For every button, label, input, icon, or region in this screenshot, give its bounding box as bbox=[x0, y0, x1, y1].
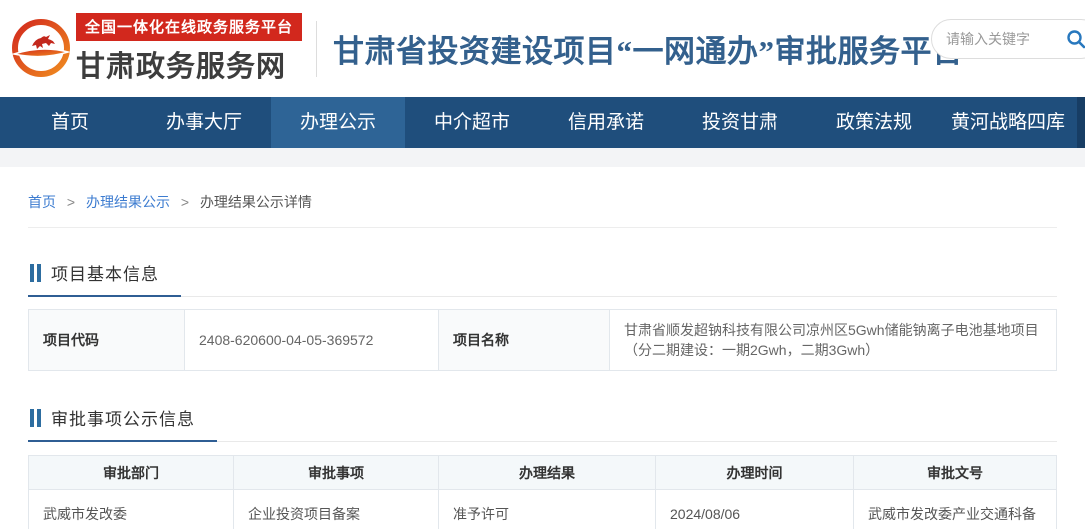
nav-item-invest-gansu[interactable]: 投资甘肃 bbox=[673, 97, 807, 148]
cell-approval-doc-number: 武威市发改委产业交通科备[2024]3113号 bbox=[854, 490, 1057, 529]
search-input[interactable] bbox=[946, 31, 1066, 47]
site-header: 全国一体化在线政务服务平台 甘肃政务服务网 甘肃省投资建设项目“一网通办”审批服… bbox=[0, 0, 1085, 97]
col-approval-item: 审批事项 bbox=[234, 456, 439, 490]
search-icon[interactable] bbox=[1066, 29, 1085, 49]
nav-item-credit[interactable]: 信用承诺 bbox=[539, 97, 673, 148]
nav-item-publicity[interactable]: 办理公示 bbox=[271, 97, 405, 148]
cell-handle-time: 2024/08/06 bbox=[656, 490, 854, 529]
col-approval-department: 审批部门 bbox=[29, 456, 234, 490]
nav-item-service-hall[interactable]: 办事大厅 bbox=[137, 97, 271, 148]
breadcrumb-separator: > bbox=[67, 194, 75, 210]
section-title-basic-info: 项目基本信息 bbox=[51, 260, 159, 285]
page-gap bbox=[0, 148, 1085, 167]
search-box[interactable] bbox=[931, 19, 1085, 59]
project-name-label: 项目名称 bbox=[439, 310, 610, 371]
cell-approval-item: 企业投资项目备案 bbox=[234, 490, 439, 529]
national-platform-banner: 全国一体化在线政务服务平台 bbox=[76, 13, 302, 41]
site-logo: 全国一体化在线政务服务平台 甘肃政务服务网 bbox=[76, 13, 302, 85]
platform-title: 甘肃省投资建设项目“一网通办”审批服务平台 bbox=[333, 26, 964, 71]
nav-item-intermediary[interactable]: 中介超市 bbox=[405, 97, 539, 148]
col-result: 办理结果 bbox=[439, 456, 656, 490]
breadcrumb-home-link[interactable]: 首页 bbox=[28, 194, 56, 210]
section-approval-info-header: 审批事项公示信息 bbox=[28, 405, 1057, 442]
project-code-label: 项目代码 bbox=[29, 310, 185, 371]
header-divider bbox=[316, 21, 317, 77]
main-nav: 首页 办事大厅 办理公示 中介超市 信用承诺 投资甘肃 政策法规 黄河战略四库 bbox=[0, 97, 1085, 148]
col-approval-doc-number: 审批文号 bbox=[854, 456, 1057, 490]
nav-item-policy[interactable]: 政策法规 bbox=[807, 97, 941, 148]
nav-item-yellow-river[interactable]: 黄河战略四库 bbox=[941, 97, 1075, 148]
nav-item-home[interactable]: 首页 bbox=[3, 97, 137, 148]
site-name: 甘肃政务服务网 bbox=[76, 43, 302, 85]
section-bars-icon bbox=[30, 409, 41, 427]
gansu-horse-logo-icon bbox=[8, 16, 74, 82]
breadcrumb: 首页 > 办理结果公示 > 办理结果公示详情 bbox=[28, 167, 1057, 228]
section-basic-info-header: 项目基本信息 bbox=[28, 260, 1057, 297]
breadcrumb-result-list-link[interactable]: 办理结果公示 bbox=[86, 194, 170, 210]
breadcrumb-separator: > bbox=[181, 194, 189, 210]
table-row: 武威市发改委 企业投资项目备案 准予许可 2024/08/06 武威市发改委产业… bbox=[29, 490, 1057, 529]
table-header-row: 审批部门 审批事项 办理结果 办理时间 审批文号 bbox=[29, 456, 1057, 490]
breadcrumb-current: 办理结果公示详情 bbox=[200, 194, 312, 210]
approval-info-table: 审批部门 审批事项 办理结果 办理时间 审批文号 武威市发改委 企业投资项目备案… bbox=[28, 455, 1057, 529]
main-content: 首页 > 办理结果公示 > 办理结果公示详情 项目基本信息 项目代码 2408-… bbox=[0, 167, 1085, 529]
section-bars-icon bbox=[30, 264, 41, 282]
project-name-value: 甘肃省顺发超钠科技有限公司凉州区5Gwh储能钠离子电池基地项目（分二期建设：一期… bbox=[610, 310, 1057, 371]
section-title-approval-info: 审批事项公示信息 bbox=[51, 405, 195, 430]
basic-info-table: 项目代码 2408-620600-04-05-369572 项目名称 甘肃省顺发… bbox=[28, 309, 1057, 371]
col-handle-time: 办理时间 bbox=[656, 456, 854, 490]
cell-approval-department: 武威市发改委 bbox=[29, 490, 234, 529]
project-code-value: 2408-620600-04-05-369572 bbox=[185, 310, 439, 371]
cell-result: 准予许可 bbox=[439, 490, 656, 529]
table-row: 项目代码 2408-620600-04-05-369572 项目名称 甘肃省顺发… bbox=[29, 310, 1057, 371]
nav-edge-strip bbox=[1077, 97, 1085, 148]
